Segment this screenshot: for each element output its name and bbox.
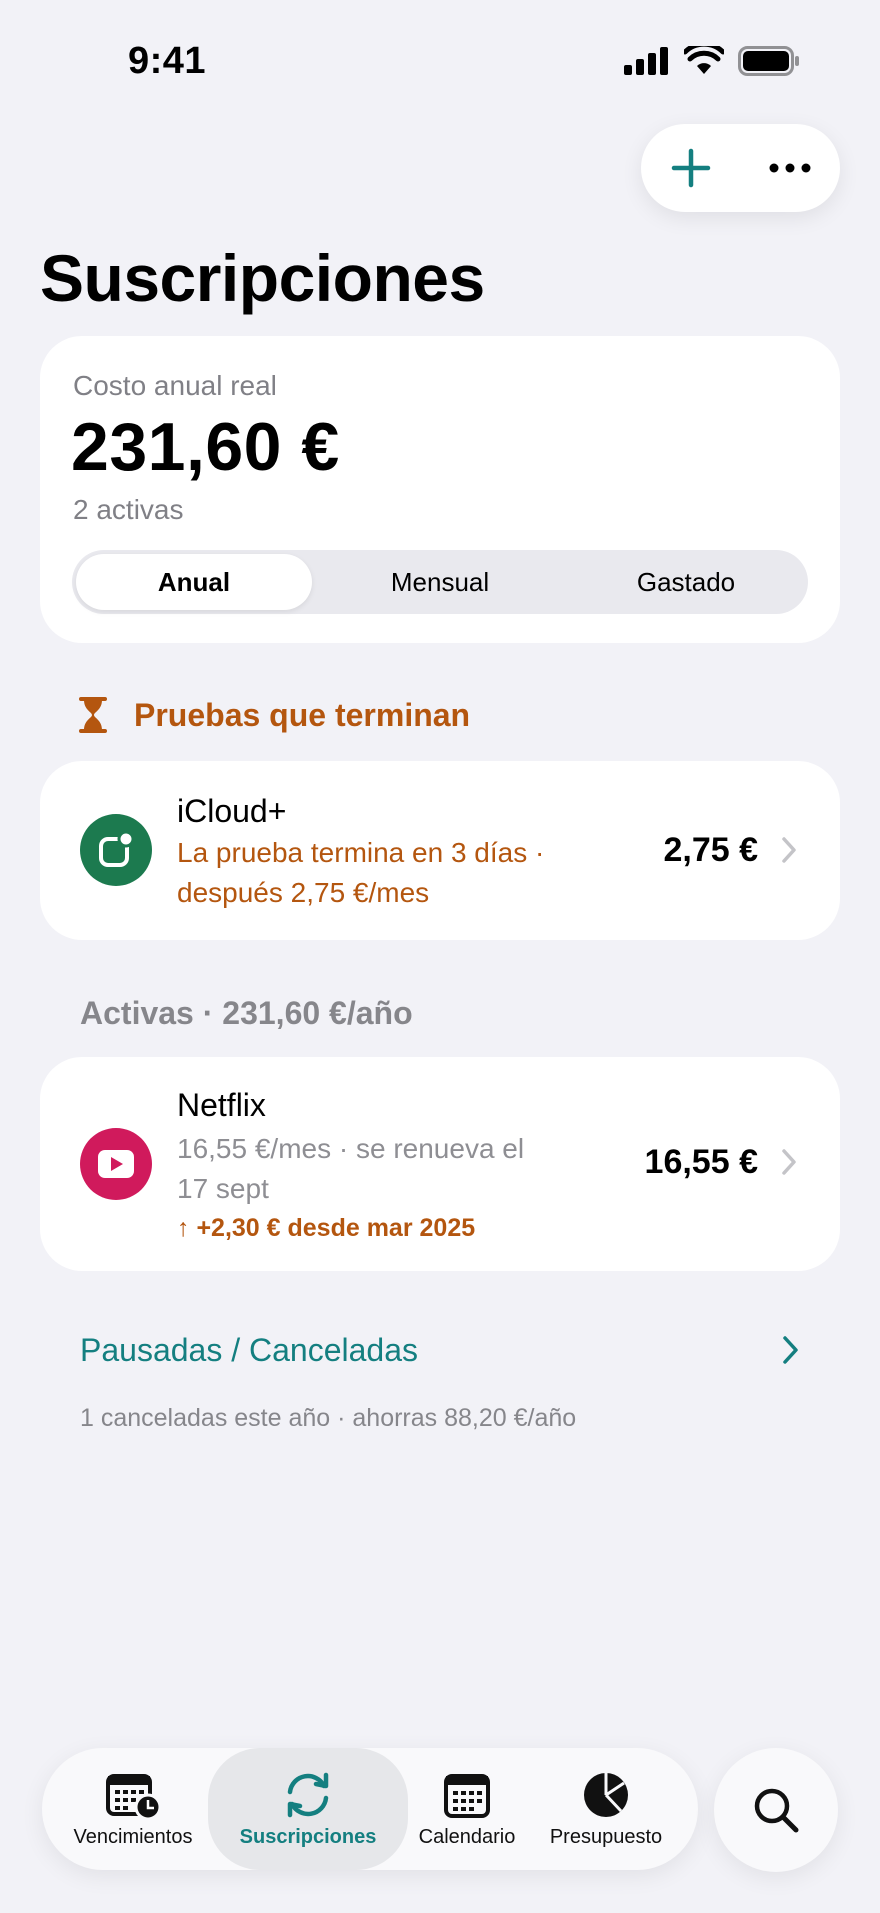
tab-presupuesto[interactable]: Presupuesto	[536, 1748, 676, 1870]
cancelled-savings-note: 1 canceladas este año · ahorras 88,20 €/…	[80, 1404, 577, 1432]
play-icon	[98, 1150, 134, 1178]
top-actions	[641, 124, 840, 212]
paused-cancelled-link[interactable]: Pausadas / Canceladas	[80, 1326, 800, 1374]
segment-gastado[interactable]: Gastado	[568, 554, 804, 610]
chevron-right-icon	[782, 1149, 796, 1175]
segment-mensual[interactable]: Mensual	[322, 554, 558, 610]
tab-suscripciones[interactable]: Suscripciones	[208, 1748, 408, 1870]
renewal-subtitle-line1: 16,55 €/mes · se renueva el	[177, 1133, 525, 1164]
search-button[interactable]	[714, 1748, 838, 1872]
chevron-right-icon	[783, 1336, 798, 1364]
calendar-clock-icon	[106, 1774, 161, 1820]
item-name: Netflix	[177, 1087, 266, 1123]
trials-section-title: Pruebas que terminan	[134, 696, 471, 733]
plus-icon	[671, 148, 710, 188]
list-item-icloud[interactable]: iCloud+ La prueba termina en 3 días · de…	[40, 761, 840, 940]
netflix-app-icon	[80, 1128, 152, 1200]
annual-cost-amount: 231,60 €	[71, 409, 340, 485]
active-section-header: Activas · 231,60 €/año	[80, 995, 413, 1031]
search-icon	[754, 1788, 799, 1833]
annual-cost-card: Costo anual real 231,60 € 2 activas Anua…	[40, 336, 840, 643]
tab-vencimientos[interactable]: Vencimientos	[68, 1748, 198, 1870]
tab-calendario[interactable]: Calendario	[402, 1748, 532, 1870]
active-count: 2 activas	[73, 494, 184, 525]
segment-anual[interactable]: Anual	[76, 554, 312, 610]
calendar-icon	[444, 1774, 490, 1818]
trials-section-header: Pruebas que terminan	[78, 696, 470, 734]
status-time: 9:41	[128, 40, 207, 82]
refresh-icon	[287, 1772, 329, 1818]
battery-icon	[738, 46, 799, 76]
trial-subtitle-line2: después 2,75 €/mes	[177, 877, 430, 908]
tab-label: Presupuesto	[549, 1826, 663, 1848]
hourglass-icon	[79, 697, 107, 733]
item-price: 16,55 €	[644, 1143, 758, 1181]
add-button[interactable]	[656, 133, 726, 203]
wifi-icon	[684, 46, 724, 74]
icloud-app-icon	[80, 814, 152, 886]
trial-subtitle-line1: La prueba termina en 3 días ·	[177, 837, 545, 868]
item-name: iCloud+	[177, 793, 287, 829]
page-title: Suscripciones	[40, 241, 485, 315]
list-item-netflix[interactable]: Netflix 16,55 €/mes · se renueva el 17 s…	[40, 1057, 840, 1271]
more-button[interactable]	[755, 133, 825, 203]
paused-cancelled-label: Pausadas / Canceladas	[80, 1331, 418, 1368]
chevron-right-icon	[782, 837, 796, 863]
tab-label: Suscripciones	[239, 1826, 377, 1848]
ellipsis-icon	[769, 163, 811, 173]
cellular-signal-icon	[624, 47, 668, 75]
tab-bar: Vencimientos Suscripciones Calendario Pr…	[42, 1748, 698, 1870]
tab-label: Vencimientos	[73, 1826, 193, 1848]
item-price: 2,75 €	[663, 831, 758, 869]
pie-chart-icon	[584, 1773, 628, 1817]
cloud-icon	[99, 831, 135, 867]
annual-cost-label: Costo anual real	[73, 370, 277, 401]
tab-label: Calendario	[418, 1826, 516, 1848]
status-icons	[624, 46, 800, 76]
renewal-subtitle-line2: 17 sept	[177, 1173, 269, 1204]
period-segmented-control: Anual Mensual Gastado	[72, 550, 808, 614]
price-change-note: ↑ +2,30 € desde mar 2025	[177, 1214, 476, 1242]
